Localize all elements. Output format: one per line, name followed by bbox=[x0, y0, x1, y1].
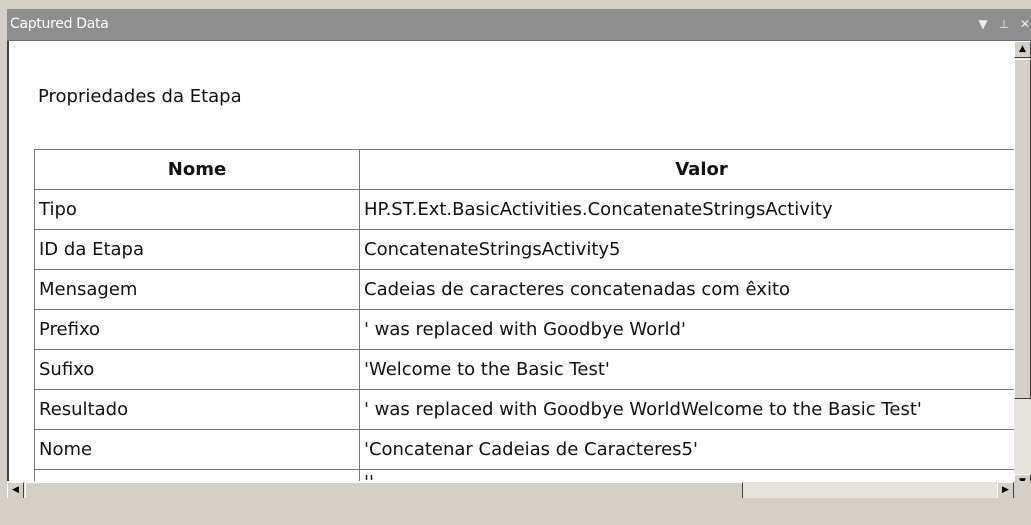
table-row: Tipo HP.ST.Ext.BasicActivities.Concatena… bbox=[34, 189, 1016, 230]
row-value: HP.ST.Ext.BasicActivities.ConcatenateStr… bbox=[359, 189, 1016, 230]
row-value: ' was replaced with Goodbye WorldWelcome… bbox=[359, 389, 1016, 430]
pin-icon[interactable]: ⊥ bbox=[998, 15, 1010, 33]
properties-panel: Propriedades da Etapa Nome Valor Tipo HP… bbox=[7, 41, 1016, 481]
table-row: ID da Etapa ConcatenateStringsActivity5 bbox=[34, 229, 1016, 270]
row-name: ID da Etapa bbox=[34, 229, 360, 270]
scroll-left-icon[interactable]: ◀ bbox=[7, 482, 24, 499]
row-name: Sufixo bbox=[34, 349, 360, 390]
row-name: Prefixo bbox=[34, 309, 360, 350]
row-value: 'Welcome to the Basic Test' bbox=[359, 349, 1016, 390]
row-value: ConcatenateStringsActivity5 bbox=[359, 229, 1016, 270]
table-row: Comentário '' bbox=[34, 469, 1016, 481]
vertical-scroll-thumb[interactable] bbox=[1014, 59, 1031, 399]
row-name: Comentário bbox=[34, 469, 360, 481]
row-name: Resultado bbox=[34, 389, 360, 430]
vertical-scrollbar[interactable]: ▲ ▼ bbox=[1014, 41, 1031, 491]
table-row: Nome 'Concatenar Cadeias de Caracteres5' bbox=[34, 429, 1016, 470]
row-value: ' was replaced with Goodbye World' bbox=[359, 309, 1016, 350]
properties-table: Nome Valor Tipo HP.ST.Ext.BasicActivitie… bbox=[34, 149, 1016, 481]
window-title: Captured Data bbox=[10, 16, 109, 32]
bottom-frame bbox=[7, 498, 1031, 525]
title-controls: ▼ ⊥ ✕ bbox=[977, 15, 1031, 33]
column-header-value: Valor bbox=[359, 149, 1016, 190]
table-row: Resultado ' was replaced with Goodbye Wo… bbox=[34, 389, 1016, 430]
captured-data-window: Captured Data ▼ ⊥ ✕ Propriedades da Etap… bbox=[7, 9, 1031, 525]
row-value: Cadeias de caracteres concatenadas com ê… bbox=[359, 269, 1016, 310]
title-bar: Captured Data ▼ ⊥ ✕ bbox=[7, 9, 1031, 41]
table-header-row: Nome Valor bbox=[34, 149, 1016, 190]
scroll-right-icon[interactable]: ▶ bbox=[997, 482, 1014, 499]
row-value: '' bbox=[359, 469, 1016, 481]
scrollbar-corner bbox=[1014, 481, 1031, 498]
page-title: Propriedades da Etapa bbox=[38, 86, 242, 107]
horizontal-scroll-thumb[interactable] bbox=[25, 482, 743, 499]
row-value: 'Concatenar Cadeias de Caracteres5' bbox=[359, 429, 1016, 470]
dropdown-icon[interactable]: ▼ bbox=[977, 15, 989, 33]
row-name: Tipo bbox=[34, 189, 360, 230]
close-icon[interactable]: ✕ bbox=[1019, 15, 1031, 33]
column-header-name: Nome bbox=[34, 149, 360, 190]
table-row: Mensagem Cadeias de caracteres concatena… bbox=[34, 269, 1016, 310]
row-name: Mensagem bbox=[34, 269, 360, 310]
scroll-up-icon[interactable]: ▲ bbox=[1014, 41, 1031, 58]
table-row: Sufixo 'Welcome to the Basic Test' bbox=[34, 349, 1016, 390]
horizontal-scrollbar[interactable]: ◀ ▶ bbox=[7, 481, 1014, 499]
row-name: Nome bbox=[34, 429, 360, 470]
table-row: Prefixo ' was replaced with Goodbye Worl… bbox=[34, 309, 1016, 350]
